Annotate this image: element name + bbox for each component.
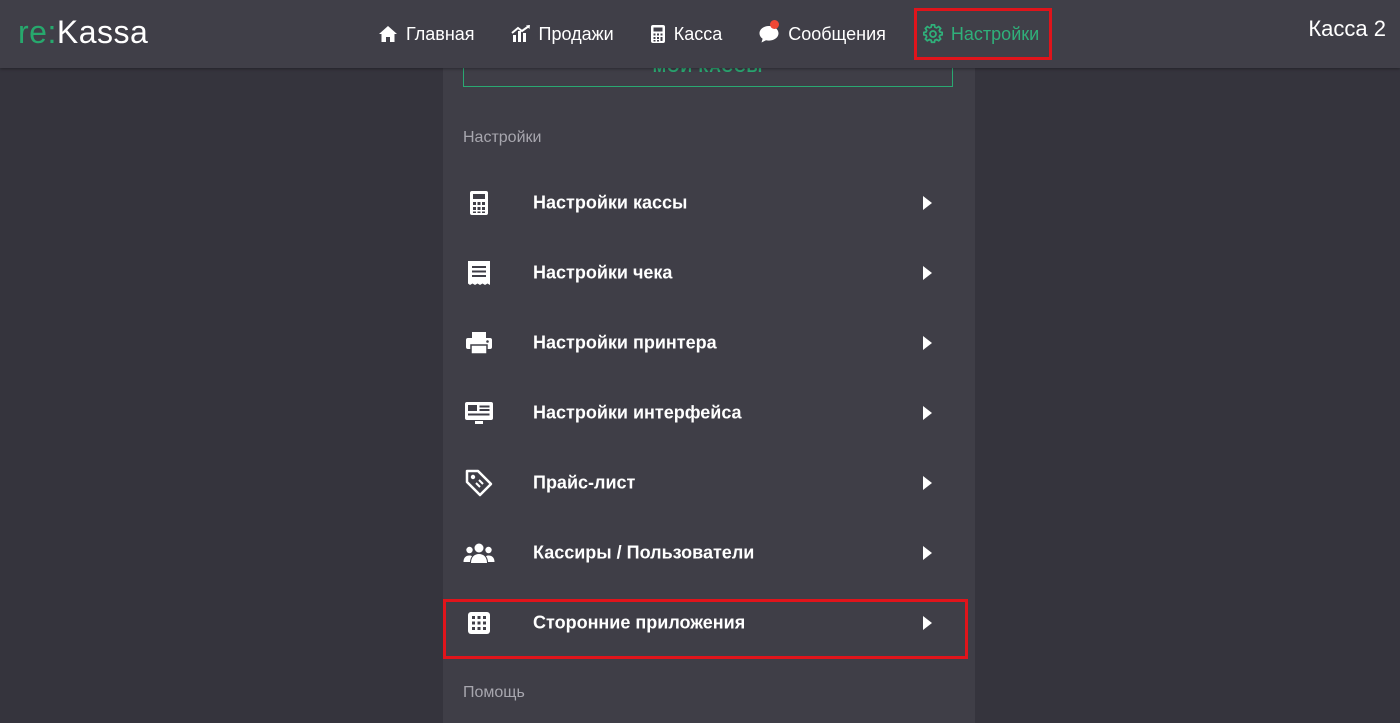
menu-item-kassa-settings[interactable]: Настройки кассы [443,168,975,238]
chevron-right-icon [923,616,932,630]
section-title-settings: Настройки [463,129,542,146]
nav-item-kassa[interactable]: Касса [642,8,731,60]
menu-item-label: Сторонние приложения [533,612,746,633]
users-icon [463,537,495,569]
menu-item-label: Настройки кассы [533,192,688,213]
nav-item-messages[interactable]: Сообщения [750,8,894,60]
menu-item-printer-settings[interactable]: Настройки принтера [443,308,975,378]
sales-chart-icon [510,25,530,42]
logo-colon: : [47,13,57,50]
chevron-right-icon [923,406,932,420]
gear-icon [922,24,943,44]
logo-kassa: Kassa [56,13,149,50]
settings-panel: МОИ КАССЫ Настройки Настройки кассы [443,48,975,723]
menu-item-receipt-settings[interactable]: Настройки чека [443,238,975,308]
nav-item-settings[interactable]: Настройки [913,8,1053,60]
calculator-icon [650,25,665,43]
app-logo[interactable]: re: Kassa [18,12,148,52]
menu-item-label: Настройки интерфейса [533,402,742,423]
menu-item-third-party-apps[interactable]: Сторонние приложения [443,588,975,658]
price-tag-icon [463,467,495,499]
menu-item-cashiers-users[interactable]: Кассиры / Пользователи [443,518,975,588]
receipt-icon [463,257,495,289]
logo-re: re [18,13,48,50]
calculator-icon [463,187,495,219]
menu-item-label: Кассиры / Пользователи [533,542,755,563]
top-navigation-bar: re: Kassa Главная Продажи Касса Сообщени… [0,0,1400,68]
printer-icon [463,327,495,359]
main-nav: Главная Продажи Касса Сообщения Настройк… [370,0,1072,68]
chevron-right-icon [923,196,932,210]
nav-item-sales[interactable]: Продажи [503,8,622,60]
nav-label-settings: Настройки [950,23,1040,44]
nav-label-kassa: Касса [673,23,723,44]
nav-label-sales: Продажи [538,23,614,44]
chevron-right-icon [923,546,932,560]
menu-item-label: Настройки чека [533,262,673,283]
section-title-help: Помощь [463,684,525,701]
nav-item-home[interactable]: Главная [370,8,483,60]
home-icon [379,26,397,42]
nav-label-home: Главная [406,23,475,44]
nav-label-messages: Сообщения [788,23,886,44]
menu-item-label: Прайс-лист [533,472,636,493]
chevron-right-icon [923,476,932,490]
chevron-right-icon [923,266,932,280]
interface-icon [463,397,495,429]
menu-item-label: Настройки принтера [533,332,717,353]
menu-item-interface-settings[interactable]: Настройки интерфейса [443,378,975,448]
chevron-right-icon [923,336,932,350]
apps-grid-icon [463,607,495,639]
menu-item-price-list[interactable]: Прайс-лист [443,448,975,518]
current-kassa-label[interactable]: Касса 2 [1308,16,1386,42]
